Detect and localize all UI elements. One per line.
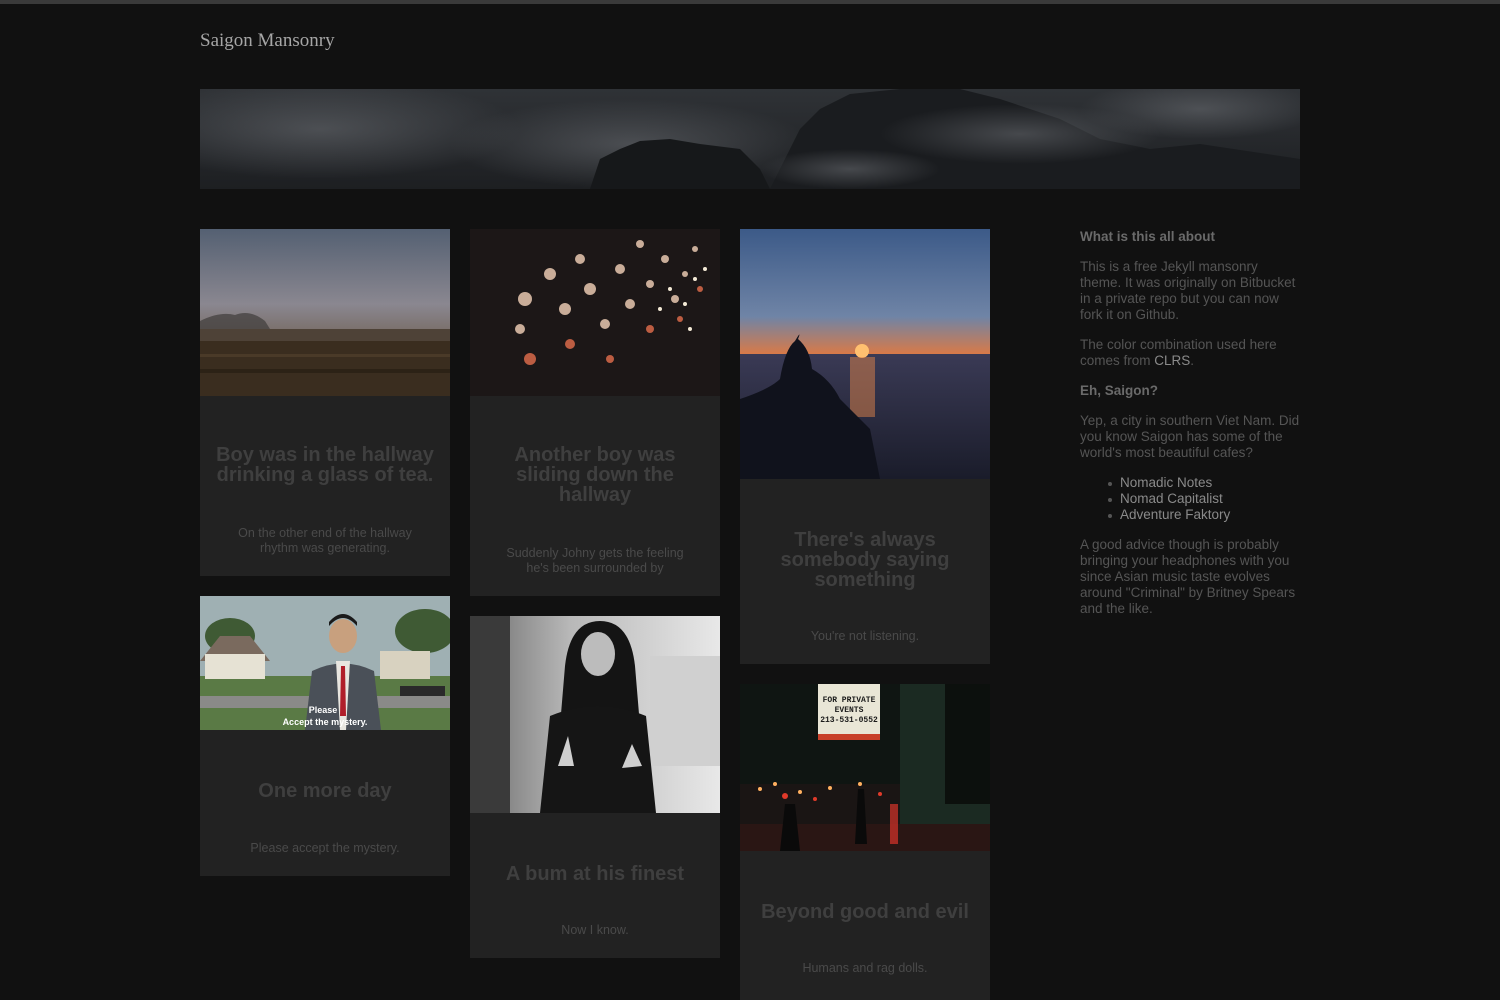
sidebar-about-text: This is a free Jekyll mansonry theme. It… [1080,259,1296,322]
image-caption-line1: Please [309,705,338,715]
post-card-1[interactable]: Boy was in the hallway drinking a glass … [200,229,450,576]
marquee-sign-line2: EVENTS [835,706,864,715]
post-card-2[interactable]: Another boy was sliding down the hallway… [470,229,720,596]
post-card-3[interactable]: There's always somebody saying something… [740,229,990,664]
sidebar-heading-saigon: Eh, Saigon? [1080,383,1159,398]
nomadic-notes-link[interactable]: Nomadic Notes [1120,475,1212,490]
post-card-4[interactable]: Please Accept the mystery. One more day … [200,596,450,876]
sidebar-saigon-text: Yep, a city in southern Viet Nam. Did yo… [1080,413,1300,460]
sidebar-advice-text: A good advice though is probably bringin… [1080,537,1296,616]
post-excerpt: Please accept the mystery. [250,841,400,855]
post-image-woman-portrait-bw[interactable] [470,616,720,813]
marquee-sign-line1: FOR PRIVATE [823,696,876,705]
post-card-6[interactable]: FOR PRIVATE EVENTS 213-531-0552 Beyond g… [740,684,990,1000]
post-excerpt: You're not listening. [810,629,920,643]
post-excerpt: Humans and rag dolls. [802,961,928,975]
post-excerpt: Now I know. [561,923,629,937]
post-excerpt: On the other end of the hallway rhythm w… [238,526,412,555]
post-title[interactable]: Another boy was sliding down the hallway [470,445,720,505]
marquee-sign-line3: 213-531-0552 [820,716,878,725]
post-title[interactable]: Boy was in the hallway drinking a glass … [200,445,450,485]
sidebar-list-item: Adventure Faktory [1108,507,1302,523]
post-title[interactable]: A bum at his finest [470,864,720,884]
sidebar: What is this all about This is a free Je… [1080,229,1302,631]
sidebar-list-item: Nomadic Notes [1108,475,1302,491]
sidebar-colors-text: The color combination used here comes fr… [1080,337,1277,368]
sidebar-link-list: Nomadic Notes Nomad Capitalist Adventure… [1080,475,1302,523]
site-title-link[interactable]: Saigon Mansonry [200,30,335,52]
sidebar-list-item: Nomad Capitalist [1108,491,1302,507]
post-card-5[interactable]: A bum at his finest Now I know. [470,616,720,958]
post-image-foggy-field[interactable] [200,229,450,396]
post-image-sunset-silhouette[interactable] [740,229,990,479]
adventure-faktory-link[interactable]: Adventure Faktory [1120,507,1230,522]
clrs-link[interactable]: CLRS [1154,353,1190,368]
top-border [0,0,1500,4]
post-title[interactable]: Beyond good and evil [740,902,990,922]
post-title[interactable]: There's always somebody saying something [740,530,990,590]
image-caption-line2: Accept the mystery. [283,717,368,727]
post-image-night-street[interactable]: FOR PRIVATE EVENTS 213-531-0552 [740,684,990,851]
sidebar-heading-about: What is this all about [1080,229,1216,244]
nomad-capitalist-link[interactable]: Nomad Capitalist [1120,491,1223,506]
header-banner-image [200,89,1300,189]
post-image-bokeh-lights[interactable] [470,229,720,396]
post-title[interactable]: One more day [200,781,450,801]
post-image-man-in-suit[interactable]: Please Accept the mystery. [200,596,450,730]
post-excerpt: Suddenly Johny gets the feeling he's bee… [506,546,684,575]
